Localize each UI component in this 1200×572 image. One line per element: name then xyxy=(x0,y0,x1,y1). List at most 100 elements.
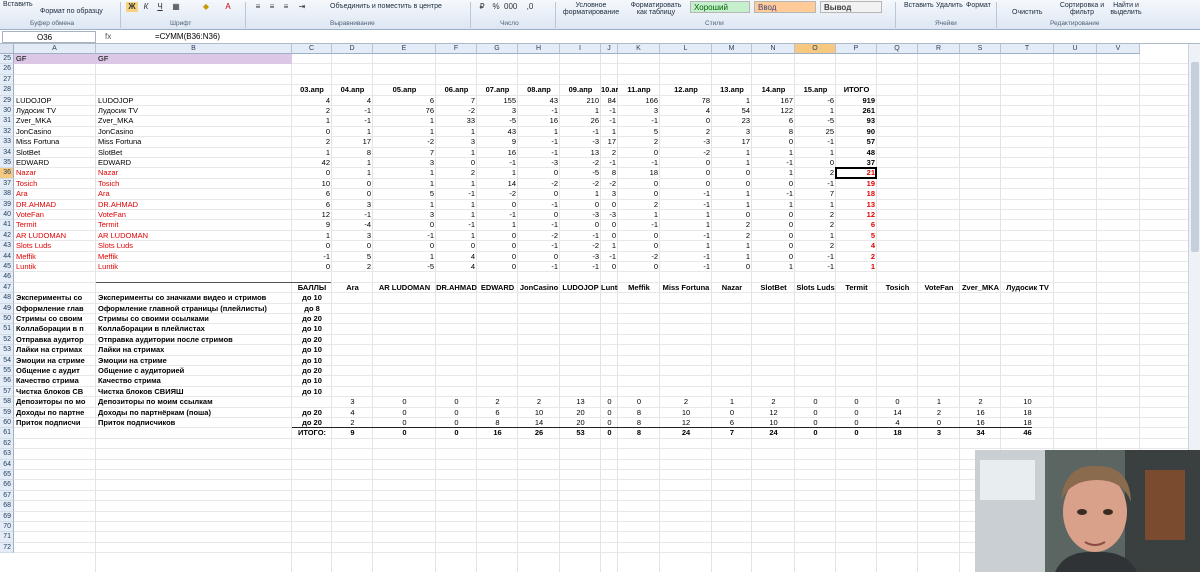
row-header-49[interactable]: 49 xyxy=(0,303,14,314)
column-header-q[interactable]: Q xyxy=(877,44,918,54)
row-header-25[interactable]: 25 xyxy=(0,54,14,65)
bold-button[interactable]: Ж xyxy=(126,2,138,12)
row-header-46[interactable]: 46 xyxy=(0,272,14,283)
row-header-67[interactable]: 67 xyxy=(0,490,14,502)
row-header-42[interactable]: 42 xyxy=(0,230,14,242)
row-header-69[interactable]: 69 xyxy=(0,511,14,522)
row-header-58[interactable]: 58 xyxy=(0,397,14,408)
row-header-39[interactable]: 39 xyxy=(0,199,14,210)
column-header-d[interactable]: D xyxy=(332,44,373,54)
row-header-38[interactable]: 38 xyxy=(0,189,14,200)
row-header-44[interactable]: 44 xyxy=(0,251,14,262)
row-header-50[interactable]: 50 xyxy=(0,314,14,325)
column-header-i[interactable]: I xyxy=(560,44,601,54)
currency-icon[interactable]: ₽ xyxy=(476,2,488,12)
row-header-57[interactable]: 57 xyxy=(0,386,14,398)
fx-icon[interactable]: fx xyxy=(105,31,151,43)
row-header-47[interactable]: 47 xyxy=(0,282,14,294)
row-header-32[interactable]: 32 xyxy=(0,126,14,138)
column-header-n[interactable]: N xyxy=(752,44,795,54)
column-header-r[interactable]: R xyxy=(918,44,960,54)
column-header-v[interactable]: V xyxy=(1097,44,1140,54)
italic-button[interactable]: К xyxy=(140,2,152,12)
conditional-format-button[interactable]: Условное форматирование xyxy=(562,2,620,16)
percent-icon[interactable]: % xyxy=(490,2,502,12)
column-header-e[interactable]: E xyxy=(373,44,436,54)
row-header-66[interactable]: 66 xyxy=(0,480,14,491)
column-header-m[interactable]: M xyxy=(712,44,752,54)
row-header-72[interactable]: 72 xyxy=(0,542,14,554)
row-header-63[interactable]: 63 xyxy=(0,449,14,460)
row-header-43[interactable]: 43 xyxy=(0,241,14,252)
row-header-68[interactable]: 68 xyxy=(0,501,14,512)
font-color-icon[interactable]: A xyxy=(222,2,234,12)
fill-color-icon[interactable]: ◆ xyxy=(200,2,212,12)
thousands-icon[interactable]: 000 xyxy=(504,2,517,12)
row-header-26[interactable]: 26 xyxy=(0,64,14,75)
row-header-30[interactable]: 30 xyxy=(0,106,14,117)
column-header-a[interactable]: A xyxy=(14,44,96,54)
column-header-f[interactable]: F xyxy=(436,44,477,54)
align-center-icon[interactable]: ≡ xyxy=(266,2,278,12)
row-header-35[interactable]: 35 xyxy=(0,158,14,169)
insert-cells-button[interactable]: Вставить xyxy=(904,2,934,9)
select-all-corner[interactable] xyxy=(0,44,14,54)
row-header-41[interactable]: 41 xyxy=(0,220,14,231)
row-header-71[interactable]: 71 xyxy=(0,532,14,543)
active-cell-cursor[interactable] xyxy=(835,167,877,179)
column-header-u[interactable]: U xyxy=(1054,44,1097,54)
column-header-o[interactable]: O xyxy=(795,44,836,54)
row-header-40[interactable]: 40 xyxy=(0,210,14,221)
row-header-31[interactable]: 31 xyxy=(0,116,14,127)
underline-button[interactable]: Ч xyxy=(154,2,166,12)
borders-icon[interactable]: ▦ xyxy=(170,2,182,12)
row-header-29[interactable]: 29 xyxy=(0,95,14,106)
row-header-28[interactable]: 28 xyxy=(0,85,14,96)
column-header-g[interactable]: G xyxy=(477,44,518,54)
column-header-b[interactable]: B xyxy=(96,44,292,54)
column-header-s[interactable]: S xyxy=(960,44,1001,54)
column-header-c[interactable]: C xyxy=(292,44,332,54)
align-left-icon[interactable]: ≡ xyxy=(252,2,264,12)
row-header-48[interactable]: 48 xyxy=(0,293,14,304)
row-header-27[interactable]: 27 xyxy=(0,74,14,86)
style-good[interactable]: Хороший xyxy=(690,1,750,13)
row-header-33[interactable]: 33 xyxy=(0,137,14,148)
row-header-36[interactable]: 36 xyxy=(0,168,14,179)
name-box[interactable]: O36 xyxy=(2,31,96,43)
row-header-51[interactable]: 51 xyxy=(0,324,14,335)
row-header-56[interactable]: 56 xyxy=(0,376,14,387)
format-painter-button[interactable]: Формат по образцу xyxy=(40,8,103,15)
row-header-61[interactable]: 61 xyxy=(0,428,14,439)
row-header-64[interactable]: 64 xyxy=(0,459,14,470)
column-header-p[interactable]: P xyxy=(836,44,877,54)
scroll-thumb[interactable] xyxy=(1191,62,1199,252)
row-header-70[interactable]: 70 xyxy=(0,522,14,533)
align-right-icon[interactable]: ≡ xyxy=(280,2,292,12)
style-input[interactable]: Ввод xyxy=(754,1,816,13)
column-header-k[interactable]: K xyxy=(618,44,660,54)
row-header-59[interactable]: 59 xyxy=(0,407,14,418)
column-header-h[interactable]: H xyxy=(518,44,560,54)
paste-button[interactable]: Вставить xyxy=(3,1,33,8)
merge-center-button[interactable]: Объединить и поместить в центре xyxy=(330,3,442,10)
column-header-j[interactable]: J xyxy=(601,44,618,54)
row-header-54[interactable]: 54 xyxy=(0,355,14,366)
decimal-icon[interactable]: ,0 xyxy=(524,2,536,12)
formula-input[interactable]: =СУММ(B36:N36) xyxy=(155,31,220,43)
column-header-l[interactable]: L xyxy=(660,44,712,54)
row-header-37[interactable]: 37 xyxy=(0,178,14,190)
column-header-t[interactable]: T xyxy=(1001,44,1054,54)
indent-icon[interactable]: ⇥ xyxy=(296,2,308,12)
format-as-table-button[interactable]: Форматировать как таблицу xyxy=(626,2,686,16)
row-header-34[interactable]: 34 xyxy=(0,147,14,158)
style-output[interactable]: Вывод xyxy=(820,1,882,13)
row-header-52[interactable]: 52 xyxy=(0,334,14,346)
row-header-45[interactable]: 45 xyxy=(0,262,14,273)
row-header-60[interactable]: 60 xyxy=(0,418,14,429)
sort-filter-button[interactable]: Сортировка и фильтр xyxy=(1058,2,1106,16)
row-header-62[interactable]: 62 xyxy=(0,438,14,450)
find-select-button[interactable]: Найти и выделить xyxy=(1106,2,1146,16)
row-header-55[interactable]: 55 xyxy=(0,366,14,377)
format-cells-button[interactable]: Формат xyxy=(966,2,991,9)
